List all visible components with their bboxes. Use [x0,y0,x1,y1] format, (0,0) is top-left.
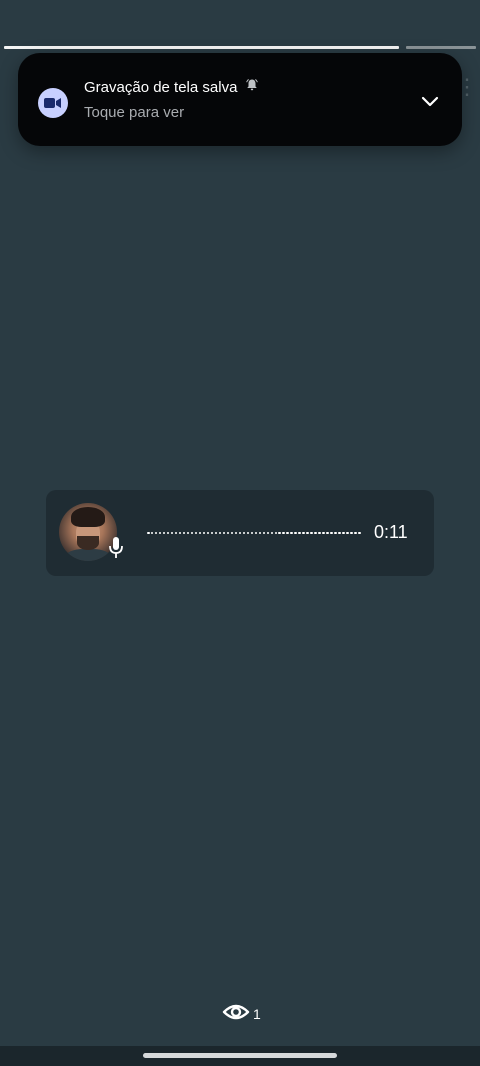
viewers-indicator[interactable]: 1 [222,1003,261,1025]
story-progress-bar [4,46,476,49]
waveform-dot [298,531,301,535]
waveform-dot [218,531,222,535]
audio-duration: 0:11 [374,522,408,542]
waveform-dot [282,531,285,535]
waveform-dot [230,531,234,535]
waveform-dot [174,531,178,535]
waveform-dot [258,531,262,535]
waveform-dot [147,531,150,535]
waveform-dot [318,531,321,535]
waveform-dot [246,531,250,535]
waveform-dot [214,531,218,535]
waveform-dot [226,531,230,535]
waveform-dot [238,531,242,535]
waveform-dot [302,531,305,535]
waveform-dot [234,531,238,535]
waveform-dot [186,531,190,535]
waveform-dot [194,531,198,535]
waveform-dot [294,531,297,535]
waveform-dot [358,531,361,535]
waveform-dot [210,531,214,535]
waveform-dot [350,531,353,535]
waveform-dot [342,531,345,535]
audio-waveform[interactable] [147,531,361,535]
navigation-handle[interactable] [143,1053,337,1058]
waveform-dot [266,531,270,535]
waveform-dot [154,531,158,535]
waveform-dot [166,531,170,535]
waveform-dot [334,531,337,535]
notification-subtitle: Toque para ver [84,104,185,121]
waveform-dot [278,531,281,535]
waveform-dot [310,531,313,535]
waveform-dot [338,531,341,535]
waveform-dot [198,531,202,535]
microphone-icon [107,535,125,561]
waveform-dot [274,531,277,535]
waveform-dot [182,531,186,535]
waveform-dot [306,531,309,535]
bell-alert-icon [245,78,259,97]
waveform-dot [290,531,293,535]
waveform-dot [150,531,154,535]
waveform-dot [286,531,289,535]
waveform-dot [170,531,174,535]
waveform-dot [354,531,357,535]
notification-title-row: Gravação de tela salva [84,78,259,97]
waveform-dot [222,531,226,535]
waveform-dot [262,531,266,535]
waveform-dot [178,531,182,535]
progress-segment-current [4,46,399,49]
waveform-dot [190,531,194,535]
status-viewer-screen: ← ⋮ Gravação de tela salva Toque para ve… [0,0,480,1066]
waveform-dot [254,531,258,535]
screen-recording-notification[interactable]: Gravação de tela salva Toque para ver [18,53,462,146]
waveform-dot [322,531,325,535]
waveform-dot [250,531,254,535]
waveform-dot [346,531,349,535]
waveform-dot [162,531,166,535]
waveform-dot [202,531,206,535]
viewers-count: 1 [253,1006,261,1022]
waveform-dot [270,531,274,535]
waveform-dot [242,531,246,535]
eye-icon [222,1002,250,1027]
waveform-dot [326,531,329,535]
notification-title: Gravação de tela salva [84,79,238,96]
waveform-dot [206,531,210,535]
progress-segment-next [406,46,476,49]
waveform-dot [330,531,333,535]
waveform-dot [314,531,317,535]
voice-status-card[interactable]: 0:11 [46,490,434,576]
waveform-dot [158,531,162,535]
chevron-down-icon[interactable] [420,93,440,109]
video-camera-icon [38,88,68,118]
